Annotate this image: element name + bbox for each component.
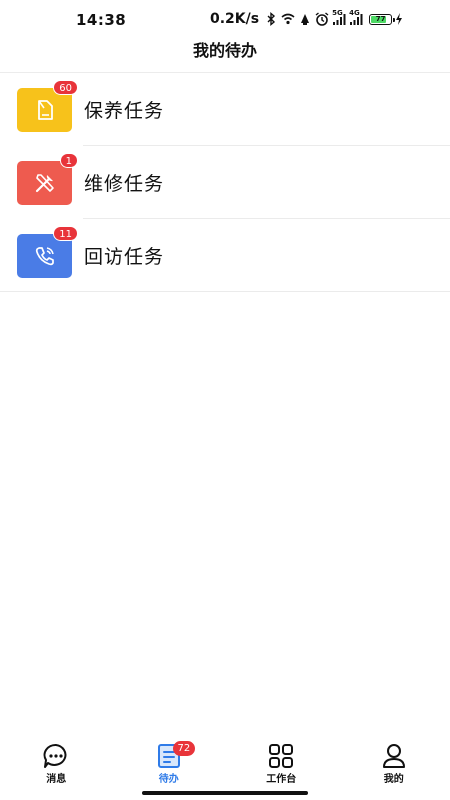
- charging-icon: [395, 12, 403, 26]
- task-item-repair[interactable]: 1 维修任务: [0, 146, 450, 219]
- tab-label: 工作台: [266, 774, 297, 785]
- battery-level: 77: [375, 14, 386, 23]
- document-icon: 60: [17, 79, 78, 132]
- tab-label: 待办: [158, 774, 179, 785]
- signal-4g-icon: 4G: [349, 9, 363, 26]
- status-time: 14:38: [76, 11, 127, 29]
- tab-label: 我的: [383, 774, 404, 785]
- grid-icon: [267, 742, 295, 770]
- page-title: 我的待办: [192, 41, 257, 60]
- task-badge: 1: [59, 152, 78, 168]
- status-indicators: 0.2K/s 5G 4G 77: [210, 9, 403, 27]
- task-badge: 11: [53, 225, 78, 241]
- tab-workbench[interactable]: 工作台: [225, 732, 338, 792]
- task-label: 维修任务: [84, 173, 165, 195]
- status-bar: 14:38 0.2K/s 5G 4G 77: [0, 0, 450, 38]
- tab-profile[interactable]: 我的: [338, 732, 450, 792]
- network-speed: 0.2K/s: [210, 11, 260, 27]
- task-label: 回访任务: [84, 246, 165, 268]
- header: 我的待办: [0, 38, 450, 72]
- task-badge: 60: [53, 79, 78, 95]
- tools-icon: 1: [17, 152, 78, 205]
- wifi-icon: [281, 12, 295, 26]
- vibrate-icon: [298, 12, 312, 26]
- home-indicator[interactable]: [142, 791, 308, 795]
- user-icon: [380, 742, 408, 770]
- alarm-icon: [315, 12, 329, 26]
- chat-icon: [42, 742, 70, 770]
- battery-icon: 77: [369, 13, 396, 25]
- bluetooth-icon: [264, 12, 278, 26]
- tab-label: 消息: [46, 774, 67, 785]
- tab-todo[interactable]: 72 待办: [113, 732, 226, 792]
- phone-icon: 11: [17, 225, 78, 278]
- signal-5g-icon: 5G: [332, 9, 346, 26]
- task-item-follow-up[interactable]: 11 回访任务: [0, 219, 450, 292]
- task-label: 保养任务: [84, 100, 165, 122]
- bottom-nav: 消息 72 待办 工作台 我的: [0, 732, 450, 800]
- tab-messages[interactable]: 消息: [0, 732, 113, 792]
- task-item-maintenance[interactable]: 60 保养任务: [0, 73, 450, 146]
- tab-badge: 72: [172, 741, 196, 756]
- task-list: 60 保养任务 1 维修任务 11 回访任务: [0, 73, 450, 292]
